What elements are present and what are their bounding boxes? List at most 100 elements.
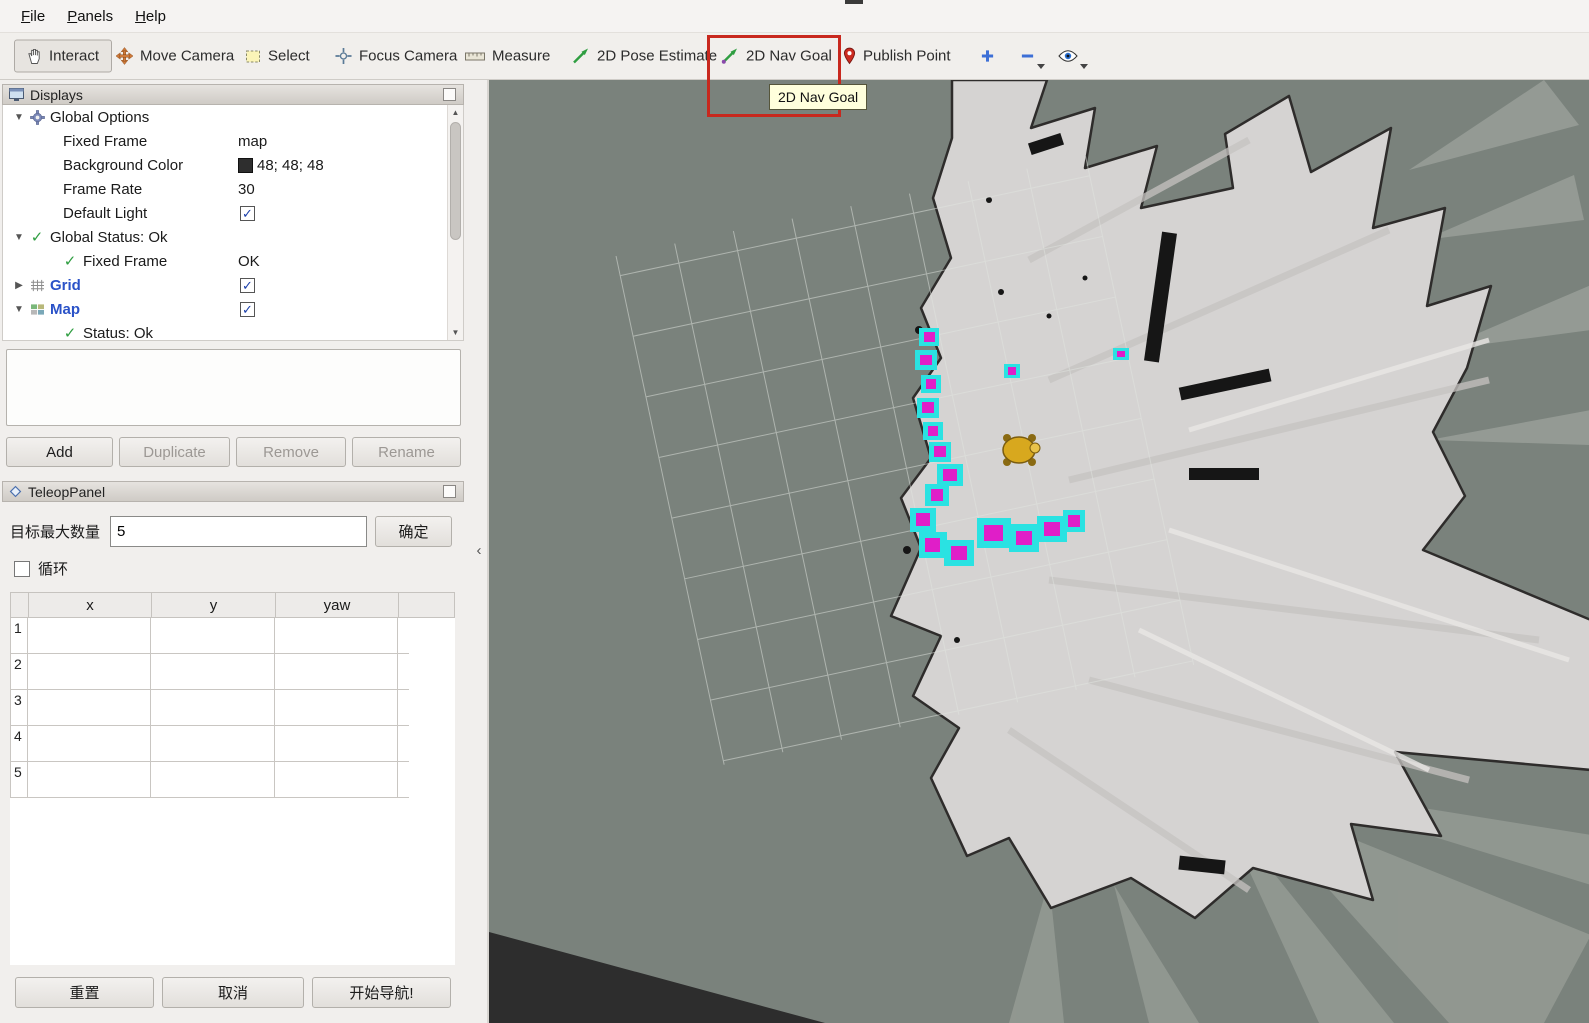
cell-x[interactable] xyxy=(28,726,151,761)
measure-tool-button[interactable]: Measure xyxy=(465,48,550,65)
cell-y[interactable] xyxy=(151,726,275,761)
expander-open-icon[interactable]: ▼ xyxy=(11,232,27,243)
rename-display-button[interactable]: Rename xyxy=(352,437,461,467)
tree-row-status-fixed-frame[interactable]: ✓ Fixed Frame OK xyxy=(3,249,463,273)
map-enabled-checkbox[interactable]: ✓ xyxy=(240,302,255,317)
expander-open-icon[interactable]: ▼ xyxy=(11,112,27,123)
zoom-in-button[interactable] xyxy=(980,49,995,64)
table-corner-cell xyxy=(11,593,29,617)
cell-y[interactable] xyxy=(151,690,275,725)
frame-rate-value[interactable]: 30 xyxy=(238,181,255,198)
loop-checkbox[interactable] xyxy=(14,561,30,577)
panel-float-button[interactable] xyxy=(443,88,456,101)
tool-label: 2D Nav Goal xyxy=(746,48,832,65)
status-ok-check-icon: ✓ xyxy=(60,252,80,270)
tree-row-global-status[interactable]: ▼ ✓ Global Status: Ok xyxy=(3,225,463,249)
interact-tool-button[interactable]: Interact xyxy=(14,40,112,73)
column-header-x[interactable]: x xyxy=(29,593,152,617)
table-row: 4 xyxy=(10,726,409,762)
displays-panel-header[interactable]: Displays xyxy=(2,84,464,105)
displays-icon xyxy=(9,88,24,101)
cell-x[interactable] xyxy=(28,654,151,689)
menu-panels[interactable]: Panels xyxy=(56,3,124,30)
panel-float-button[interactable] xyxy=(443,485,456,498)
row-number: 3 xyxy=(11,690,28,725)
tree-row-frame-rate[interactable]: Frame Rate 30 xyxy=(3,177,463,201)
default-light-checkbox[interactable]: ✓ xyxy=(240,206,255,221)
view-visibility-button[interactable] xyxy=(1058,49,1078,63)
table-row: 5 xyxy=(10,762,409,798)
cell-x[interactable] xyxy=(28,690,151,725)
gear-icon xyxy=(27,110,47,125)
publish-point-tool-button[interactable]: Publish Point xyxy=(843,48,951,65)
scroll-down-icon[interactable]: ▼ xyxy=(448,325,463,340)
reset-button[interactable]: 重置 xyxy=(15,977,154,1008)
tree-scrollbar[interactable]: ▲ ▼ xyxy=(447,105,463,340)
cell-x[interactable] xyxy=(28,618,151,653)
remove-display-button[interactable]: Remove xyxy=(236,437,346,467)
green-arrow-icon xyxy=(572,48,590,64)
tree-row-label: Background Color xyxy=(63,157,183,174)
expander-open-icon[interactable]: ▼ xyxy=(11,304,27,315)
goal-table-header: x y yaw xyxy=(10,592,455,618)
cell-y[interactable] xyxy=(151,762,275,797)
robot-model[interactable] xyxy=(1003,434,1040,466)
dropdown-caret-icon[interactable] xyxy=(1080,64,1088,69)
panel-collapse-handle[interactable]: ‹ xyxy=(473,536,485,564)
scroll-up-icon[interactable]: ▲ xyxy=(448,105,463,120)
menu-help[interactable]: Help xyxy=(124,3,177,30)
cell-yaw[interactable] xyxy=(275,690,398,725)
cell-yaw[interactable] xyxy=(275,726,398,761)
cancel-button[interactable]: 取消 xyxy=(162,977,304,1008)
cell-x[interactable] xyxy=(28,762,151,797)
pose-estimate-tool-button[interactable]: 2D Pose Estimate xyxy=(572,48,717,65)
status-ok-check-icon: ✓ xyxy=(60,324,80,341)
tool-label: Select xyxy=(268,48,310,65)
expander-closed-icon[interactable]: ▶ xyxy=(11,280,27,291)
grid-display-icon xyxy=(27,279,47,292)
column-header-yaw[interactable]: yaw xyxy=(276,593,399,617)
nav-goal-tool-button[interactable]: 2D Nav Goal xyxy=(721,48,832,65)
tree-row-label: Global Options xyxy=(50,109,149,126)
fixed-frame-value[interactable]: map xyxy=(238,133,267,150)
cell-y[interactable] xyxy=(151,654,275,689)
tree-row-global-options[interactable]: ▼ Global Options xyxy=(3,105,463,129)
move-camera-tool-button[interactable]: Move Camera xyxy=(116,48,234,65)
teleop-panel-icon xyxy=(9,485,22,498)
teleop-panel-header[interactable]: TeleopPanel xyxy=(2,481,464,502)
tree-row-background-color[interactable]: Background Color 48; 48; 48 xyxy=(3,153,463,177)
tree-row-grid[interactable]: ▶ Grid ✓ xyxy=(3,273,463,297)
cell-yaw[interactable] xyxy=(275,654,398,689)
color-swatch[interactable] xyxy=(238,158,253,173)
cell-yaw[interactable] xyxy=(275,618,398,653)
column-header-y[interactable]: y xyxy=(152,593,276,617)
scrollbar-thumb[interactable] xyxy=(450,122,461,240)
max-goal-label: 目标最大数量 xyxy=(10,516,100,547)
tree-row-map-status[interactable]: ✓ Status: Ok xyxy=(3,321,463,341)
background-color-value[interactable]: 48; 48; 48 xyxy=(257,157,324,174)
start-navigation-button[interactable]: 开始导航! xyxy=(312,977,451,1008)
check-icon: ✓ xyxy=(242,303,253,316)
tree-row-map[interactable]: ▼ Map ✓ xyxy=(3,297,463,321)
tree-row-default-light[interactable]: Default Light ✓ xyxy=(3,201,463,225)
cell-yaw[interactable] xyxy=(275,762,398,797)
tree-row-fixed-frame[interactable]: Fixed Frame map xyxy=(3,129,463,153)
loop-label: 循环 xyxy=(38,558,68,579)
dropdown-caret-icon[interactable] xyxy=(1037,64,1045,69)
zoom-out-button[interactable] xyxy=(1020,49,1035,64)
select-tool-button[interactable]: Select xyxy=(245,48,310,65)
duplicate-display-button[interactable]: Duplicate xyxy=(119,437,230,467)
confirm-button[interactable]: 确定 xyxy=(375,516,452,547)
menu-file[interactable]: File xyxy=(10,3,56,30)
3d-viewport[interactable] xyxy=(487,80,1589,1023)
max-goal-input[interactable] xyxy=(110,516,367,547)
row-number: 4 xyxy=(11,726,28,761)
goal-table: x y yaw 1 2 3 4 5 xyxy=(10,592,455,965)
cell-y[interactable] xyxy=(151,618,275,653)
tooltip-text: 2D Nav Goal xyxy=(778,89,858,105)
add-display-button[interactable]: Add xyxy=(6,437,113,467)
plus-icon xyxy=(980,49,995,64)
focus-camera-tool-button[interactable]: Focus Camera xyxy=(335,48,457,65)
grid-enabled-checkbox[interactable]: ✓ xyxy=(240,278,255,293)
table-row: 2 xyxy=(10,654,409,690)
